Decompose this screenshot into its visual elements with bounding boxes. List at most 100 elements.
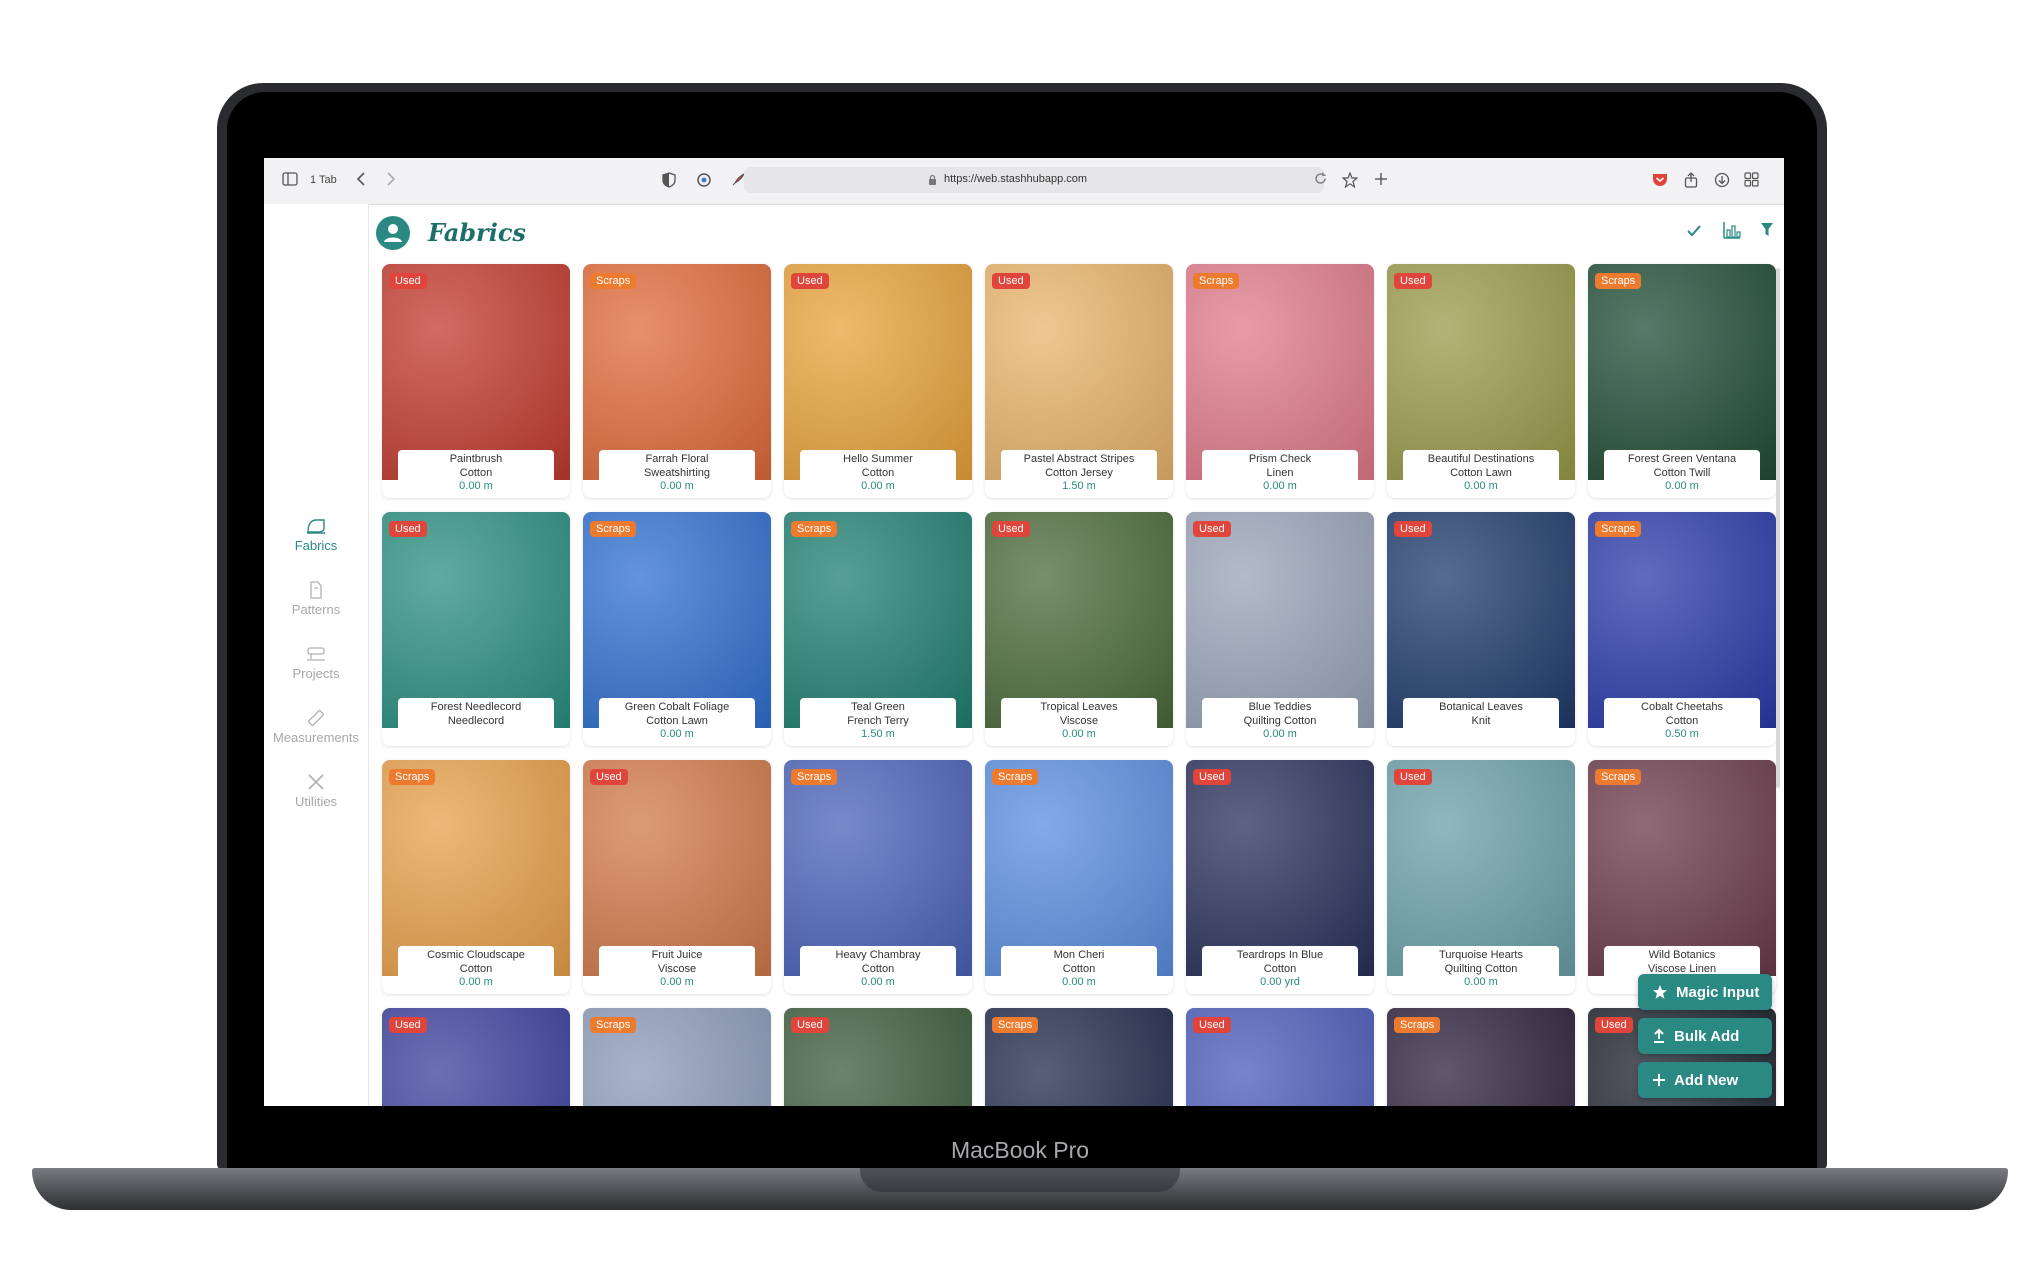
fabric-swatch-image [1387, 264, 1575, 480]
fabric-card[interactable]: Scraps Farrah Floral Sweatshirting 0.00 m [583, 264, 771, 498]
fabric-card[interactable]: Scraps Cobalt Cheetahs Cotton 0.50 m [1588, 512, 1776, 746]
fabric-name: Beautiful Destinations [1427, 453, 1535, 465]
user-icon [384, 224, 402, 242]
status-badge: Scraps [1595, 769, 1642, 785]
fabric-card[interactable]: Scraps Forest Green Ventana Cotton Twill 0.… [1588, 264, 1776, 498]
fabric-card[interactable]: Used Blue Teddies Quilting Cotton 0.00 m [1186, 512, 1374, 746]
sidebar-toggle-icon[interactable] [282, 172, 298, 186]
status-badge: Used [992, 273, 1030, 289]
fabric-type: French Terry [847, 714, 909, 727]
fabric-card[interactable]: Used Paintbrush Cotton 0.00 m [382, 264, 570, 498]
fabric-card[interactable]: Scraps [985, 1008, 1173, 1106]
chart-icon[interactable] [1722, 220, 1742, 245]
fabric-swatch-image [1387, 512, 1575, 728]
share-icon[interactable] [1684, 172, 1698, 188]
fabric-card[interactable]: Used Fruit Juice Viscose 0.00 m [583, 760, 771, 994]
sidebar-item-projects[interactable]: Projects [264, 644, 368, 681]
status-badge: Scraps [992, 1017, 1039, 1033]
fabric-card[interactable]: Scraps [583, 1008, 771, 1106]
fabric-card[interactable]: Scraps Cosmic Cloudscape Cotton 0.00 m [382, 760, 570, 994]
fabric-type: Cotton [861, 466, 895, 479]
fabric-swatch-image [382, 264, 570, 480]
status-badge: Scraps [791, 521, 838, 537]
fabric-card[interactable]: Scraps Prism Check Linen 0.00 m [1186, 264, 1374, 498]
fabric-card[interactable]: Used Beautiful Destinations Cotton Lawn 0.0… [1387, 264, 1575, 498]
sidebar-item-fabrics[interactable]: Fabrics [264, 516, 368, 553]
extension-icon[interactable] [696, 172, 712, 188]
status-badge: Used [590, 769, 628, 785]
forward-icon[interactable] [386, 172, 396, 186]
pocket-icon[interactable] [1652, 172, 1668, 187]
fabric-card[interactable]: Used Turquoise Hearts Quilting Cotton 0.00 … [1387, 760, 1575, 994]
sidebar-item-patterns[interactable]: Patterns [264, 580, 368, 617]
fabric-card[interactable]: Scraps Mon Cheri Cotton 0.00 m [985, 760, 1173, 994]
fabric-label: Botanical Leaves Knit [1403, 698, 1559, 746]
fabric-label: Heavy Chambray Cotton 0.00 m [800, 946, 956, 994]
status-badge: Used [389, 1017, 427, 1033]
fabric-type: Cotton [1665, 714, 1699, 727]
status-badge: Used [1595, 1017, 1633, 1033]
fabric-name: Fruit Juice [651, 949, 703, 961]
fabric-swatch-image [583, 264, 771, 480]
sidebar-item-utilities[interactable]: Utilities [264, 772, 368, 809]
fabric-card[interactable]: Used Hello Summer Cotton 0.00 m [784, 264, 972, 498]
fabric-label: Mon Cheri Cotton 0.00 m [1001, 946, 1157, 994]
fabric-card[interactable]: Used Forest Needlecord Needlecord [382, 512, 570, 746]
fabric-type: Quilting Cotton [1243, 714, 1317, 727]
fabric-swatch-image [985, 760, 1173, 976]
fabric-name: Cosmic Cloudscape [427, 949, 525, 961]
magic-input-button[interactable]: Magic Input [1638, 974, 1772, 1010]
sidebar: Fabrics Patterns Projects Measurements U… [264, 204, 369, 1106]
fabric-card[interactable]: Used [382, 1008, 570, 1106]
fabric-card[interactable]: Scraps Wild Botanics Viscose Linen [1588, 760, 1776, 994]
bulk-add-button[interactable]: Bulk Add [1638, 1018, 1772, 1054]
fabric-type: Linen [1266, 466, 1294, 479]
fabric-length: 0.00 m [1263, 480, 1297, 492]
reload-icon[interactable] [1314, 172, 1327, 185]
fabric-card[interactable]: Used [784, 1008, 972, 1106]
fabric-type: Cotton Twill [1653, 466, 1711, 479]
check-icon[interactable] [1686, 224, 1702, 243]
bookmark-star-icon[interactable] [1342, 172, 1358, 188]
add-new-button[interactable]: Add New [1638, 1062, 1772, 1098]
fabric-card[interactable]: Used Pastel Abstract Stripes Cotton Jersey… [985, 264, 1173, 498]
back-icon[interactable] [356, 172, 366, 186]
download-icon[interactable] [1714, 172, 1730, 188]
tab-overview-icon[interactable] [1744, 172, 1759, 187]
fabric-name: Cobalt Cheetahs [1641, 701, 1723, 713]
fabric-swatch-image [382, 512, 570, 728]
fabric-name: Paintbrush [449, 453, 503, 465]
shield-icon[interactable] [662, 172, 676, 188]
status-badge: Scraps [1193, 273, 1240, 289]
fabric-swatch-image [1387, 760, 1575, 976]
fabric-name: Hello Summer [843, 453, 913, 465]
fabric-card[interactable]: Scraps [1387, 1008, 1575, 1106]
sidebar-item-measurements[interactable]: Measurements [264, 708, 368, 745]
fabric-card[interactable]: Used Teardrops In Blue Cotton 0.00 yrd [1186, 760, 1374, 994]
fabric-swatch-image [784, 264, 972, 480]
fabric-card[interactable]: Scraps Teal Green French Terry 1.50 m [784, 512, 972, 746]
fabric-card[interactable]: Scraps Green Cobalt Foliage Cotton Lawn 0.0… [583, 512, 771, 746]
status-badge: Scraps [1595, 273, 1642, 289]
tab-count[interactable]: 1 Tab [310, 174, 337, 186]
fabric-length: 0.00 m [1665, 480, 1699, 492]
tools-icon [308, 774, 324, 790]
fabric-card[interactable]: Scraps Heavy Chambray Cotton 0.00 m [784, 760, 972, 994]
fabric-card[interactable]: Used Tropical Leaves Viscose 0.00 m [985, 512, 1173, 746]
status-badge: Used [992, 521, 1030, 537]
fabric-card[interactable]: Used [1186, 1008, 1374, 1106]
fabric-card[interactable]: Used Botanical Leaves Knit [1387, 512, 1575, 746]
status-badge: Used [1394, 521, 1432, 537]
new-tab-icon[interactable] [1374, 172, 1388, 186]
scrollbar[interactable] [1776, 268, 1780, 788]
sidebar-item-label: Utilities [295, 794, 337, 809]
fabric-length: 1.50 m [1062, 480, 1096, 492]
avatar[interactable] [376, 216, 410, 250]
filter-icon[interactable] [1760, 222, 1774, 243]
fabric-name: Teardrops In Blue [1236, 949, 1324, 961]
status-badge: Used [1394, 769, 1432, 785]
fabric-type: Cotton Jersey [1045, 466, 1113, 479]
fabric-length: 0.00 m [861, 480, 895, 492]
status-badge: Used [1193, 769, 1231, 785]
status-badge: Scraps [992, 769, 1039, 785]
